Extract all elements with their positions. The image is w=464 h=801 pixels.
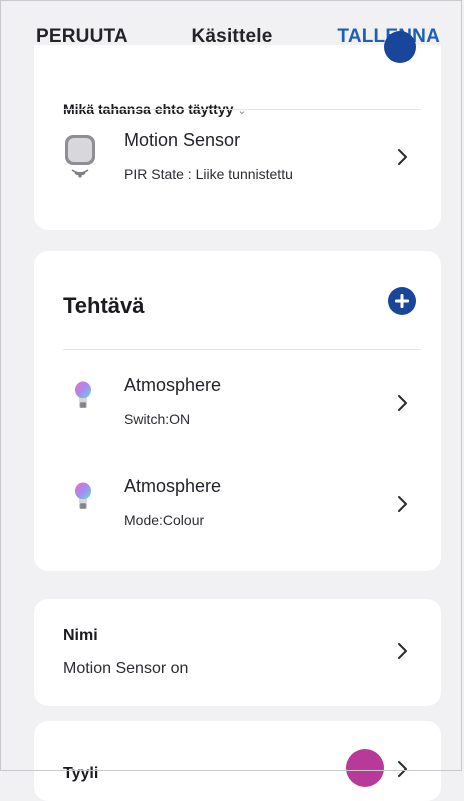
chevron-right-icon <box>396 147 410 167</box>
divider <box>63 349 421 350</box>
divider <box>63 109 421 110</box>
bulb-icon <box>72 481 94 515</box>
condition-item-title: Motion Sensor <box>124 130 241 150</box>
name-card[interactable]: Nimi Motion Sensor on <box>34 599 441 706</box>
name-label: Nimi <box>63 627 98 644</box>
name-value: Motion Sensor on <box>63 660 189 677</box>
style-label: Tyyli <box>63 765 99 782</box>
page-title: Käsittele <box>191 26 273 47</box>
chevron-right-icon <box>396 494 410 514</box>
motion-sensor-icon <box>62 134 98 178</box>
bulb-icon <box>72 380 94 414</box>
chevron-right-icon <box>396 393 410 413</box>
chevron-right-icon <box>396 759 410 779</box>
add-task-button[interactable] <box>388 287 416 315</box>
style-card[interactable]: Tyyli <box>34 721 441 801</box>
condition-item-subtitle: PIR State : Liike tunnistettu <box>124 166 293 182</box>
task-item-subtitle: Switch:ON <box>124 411 191 427</box>
chevron-right-icon <box>396 641 410 661</box>
task-section-title: Tehtävä <box>63 293 145 318</box>
task-item-atmosphere-switch[interactable]: Atmosphere Switch:ON <box>34 355 441 455</box>
condition-item-motion-sensor[interactable]: Motion Sensor PIR State : Liike tunniste… <box>34 111 441 227</box>
condition-card: Mikä tahansa ehto täyttyy ⌄ Motion Sensor… <box>34 31 441 230</box>
add-condition-icon[interactable] <box>384 31 416 63</box>
task-item-atmosphere-mode[interactable]: Atmosphere Mode:Colour <box>34 455 441 555</box>
task-item-title: Atmosphere <box>124 375 222 395</box>
task-item-subtitle: Mode:Colour <box>124 512 205 528</box>
task-card: Tehtävä Atmosphere Switch:ON Atmosphere … <box>34 251 441 571</box>
task-item-title: Atmosphere <box>124 476 222 496</box>
color-swatch <box>346 749 384 787</box>
